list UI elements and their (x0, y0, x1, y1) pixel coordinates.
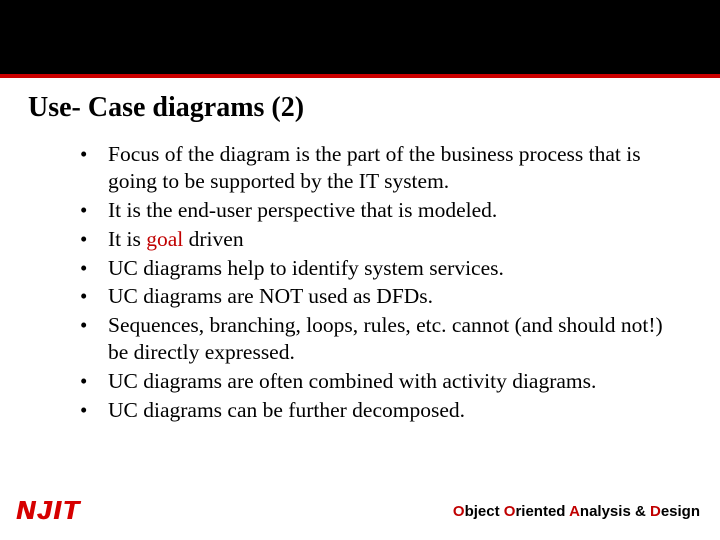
footer-subtitle: Object Oriented Analysis & Design (453, 503, 700, 520)
bullet-text: UC diagrams are often combined with acti… (108, 369, 596, 393)
bullet-emphasis: goal (146, 227, 183, 251)
bullet-text: Focus of the diagram is the part of the … (108, 142, 641, 193)
bullet-text: UC diagrams are NOT used as DFDs. (108, 284, 433, 308)
list-item: UC diagrams are often combined with acti… (80, 367, 672, 396)
footer-text: nalysis & (580, 503, 650, 520)
bullet-text: driven (183, 227, 243, 251)
footer-text: riented (515, 503, 569, 520)
footer-text: bject (465, 503, 504, 520)
footer-letter: A (569, 503, 580, 520)
footer-text: esign (661, 503, 700, 520)
list-item: It is the end-user perspective that is m… (80, 196, 672, 225)
footer-letter: O (504, 503, 516, 520)
list-item: Focus of the diagram is the part of the … (80, 140, 672, 196)
bullet-text: UC diagrams can be further decomposed. (108, 398, 465, 422)
list-item: UC diagrams can be further decomposed. (80, 396, 672, 425)
top-black-bar (0, 0, 720, 78)
bullet-list: Focus of the diagram is the part of the … (80, 140, 672, 425)
footer-letter: O (453, 503, 465, 520)
list-item: Sequences, branching, loops, rules, etc.… (80, 311, 672, 367)
njit-logo: NJIT (16, 495, 80, 526)
list-item: It is goal driven (80, 225, 672, 254)
bullet-text: Sequences, branching, loops, rules, etc.… (108, 313, 663, 364)
bullet-text: UC diagrams help to identify system serv… (108, 256, 504, 280)
slide-body: Focus of the diagram is the part of the … (0, 134, 720, 425)
list-item: UC diagrams help to identify system serv… (80, 254, 672, 283)
footer-letter: D (650, 503, 661, 520)
bullet-text: It is the end-user perspective that is m… (108, 198, 497, 222)
list-item: UC diagrams are NOT used as DFDs. (80, 282, 672, 311)
bullet-text: It is (108, 227, 146, 251)
slide-title: Use- Case diagrams (2) (0, 78, 720, 134)
